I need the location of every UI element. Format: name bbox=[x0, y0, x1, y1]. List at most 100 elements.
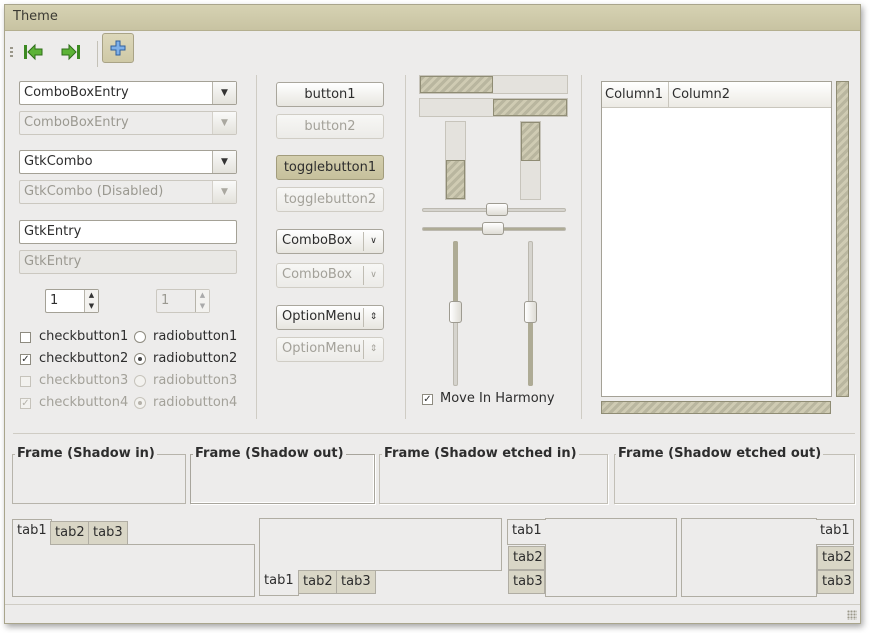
gtkcombo[interactable]: GtkCombo ▼ bbox=[19, 150, 237, 174]
vscale-1-handle[interactable] bbox=[449, 301, 462, 323]
button1[interactable]: button1 bbox=[276, 82, 384, 107]
vscale-2-handle[interactable] bbox=[524, 301, 537, 323]
notebook-bottom-tab1[interactable]: tab1 bbox=[259, 570, 299, 596]
combobox[interactable]: ComboBox ∨ bbox=[276, 229, 384, 254]
notebook-left-tab2[interactable]: tab2 bbox=[508, 546, 545, 570]
progress-bar-vertical-ttb bbox=[520, 121, 541, 200]
gtkcombo-text[interactable]: GtkCombo bbox=[24, 154, 93, 169]
notebook-top-tab1[interactable]: tab1 bbox=[12, 519, 52, 545]
spin-value[interactable]: 1 bbox=[50, 293, 58, 308]
tree-view[interactable]: Column1 Column2 bbox=[601, 81, 832, 397]
gtkentry-text[interactable]: GtkEntry bbox=[24, 224, 81, 239]
checkbutton3-label: checkbutton3 bbox=[39, 373, 129, 388]
checkbutton1-label[interactable]: checkbutton1 bbox=[39, 329, 128, 344]
notebook-top-page bbox=[12, 544, 255, 597]
radiobutton1-circle[interactable] bbox=[134, 331, 146, 343]
gtkentry-disabled-text: GtkEntry bbox=[24, 254, 82, 269]
theme-window: Theme ComboBoxEntry ▼ ComboBoxEntry ▼ Gt… bbox=[4, 4, 861, 624]
optionmenu-text[interactable]: OptionMenu bbox=[282, 309, 361, 324]
spin-button-disabled: 1 ▲ ▼ bbox=[156, 289, 210, 313]
radiobutton4-circle bbox=[134, 397, 146, 409]
comboboxentry-disabled: ComboBoxEntry ▼ bbox=[19, 111, 237, 135]
move-in-harmony-checkbox[interactable]: ✓ bbox=[422, 394, 433, 405]
checkbutton1-box[interactable] bbox=[20, 332, 31, 343]
notebook-left-page bbox=[545, 518, 677, 597]
column-separator bbox=[405, 75, 406, 419]
column-separator bbox=[581, 75, 582, 419]
frame-shadow-in-label: Frame (Shadow in) bbox=[15, 446, 157, 461]
go-first-button[interactable] bbox=[17, 37, 49, 67]
resize-grip-icon[interactable] bbox=[847, 610, 857, 620]
chevron-down-icon[interactable]: ▼ bbox=[212, 82, 236, 104]
radiobutton2-label[interactable]: radiobutton2 bbox=[153, 351, 237, 366]
spin-disabled-value: 1 bbox=[161, 293, 170, 308]
checkbutton4-box: ✓ bbox=[20, 398, 31, 409]
frame-shadow-etched-out-label: Frame (Shadow etched out) bbox=[616, 446, 824, 461]
updown-icon[interactable]: ⇕ bbox=[363, 308, 383, 327]
notebook-right-tab1[interactable]: tab1 bbox=[816, 519, 854, 545]
togglebutton2: togglebutton2 bbox=[276, 187, 384, 212]
chevron-down-icon: ▼ bbox=[212, 112, 236, 134]
gtkcombo-disabled-text: GtkCombo (Disabled) bbox=[24, 184, 164, 199]
frame-shadow-out bbox=[190, 454, 375, 504]
combobox-disabled: ComboBox ∨ bbox=[276, 263, 384, 288]
notebook-bottom-tab3[interactable]: tab3 bbox=[336, 570, 376, 594]
frame-shadow-out-label: Frame (Shadow out) bbox=[193, 446, 346, 461]
comboboxentry-text[interactable]: ComboBoxEntry bbox=[24, 85, 129, 100]
checkbutton2-label[interactable]: checkbutton2 bbox=[39, 351, 128, 366]
move-in-harmony-label[interactable]: Move In Harmony bbox=[440, 391, 555, 406]
go-first-icon bbox=[24, 43, 43, 61]
column-separator bbox=[256, 75, 257, 419]
notebook-bottom-page bbox=[259, 518, 502, 571]
notebook-right-page bbox=[681, 518, 817, 597]
hscale-1-handle[interactable] bbox=[486, 203, 508, 216]
radiobutton1-label[interactable]: radiobutton1 bbox=[153, 329, 237, 344]
notebook-top-tab2[interactable]: tab2 bbox=[50, 521, 90, 545]
progress-bar-horizontal bbox=[419, 75, 568, 94]
gtkcombo-disabled: GtkCombo (Disabled) ▼ bbox=[19, 180, 237, 204]
chevron-down-icon[interactable]: ∨ bbox=[363, 232, 383, 251]
notebook-top-tab3[interactable]: tab3 bbox=[88, 521, 128, 545]
toolbar-grip[interactable] bbox=[10, 47, 13, 57]
combobox-text[interactable]: ComboBox bbox=[282, 233, 352, 248]
progress-fill bbox=[493, 99, 567, 116]
horizontal-scrollbar[interactable] bbox=[601, 401, 831, 414]
window-title: Theme bbox=[13, 9, 58, 24]
progress-bar-horizontal-rtl bbox=[419, 98, 568, 117]
notebook-bottom-tab2[interactable]: tab2 bbox=[298, 570, 338, 594]
notebook-right-tab2[interactable]: tab2 bbox=[817, 546, 854, 570]
add-icon bbox=[110, 40, 126, 56]
radiobutton2-circle[interactable] bbox=[134, 353, 146, 365]
add-button[interactable] bbox=[102, 33, 134, 63]
column-header-1[interactable]: Column1 bbox=[602, 82, 669, 108]
progress-fill bbox=[446, 160, 465, 199]
frame-shadow-etched-in bbox=[379, 454, 608, 504]
button2: button2 bbox=[276, 114, 384, 139]
checkbutton2-box[interactable]: ✓ bbox=[20, 354, 31, 365]
hscale-2-handle[interactable] bbox=[482, 222, 504, 235]
chevron-down-icon[interactable]: ▼ bbox=[212, 151, 236, 173]
notebook-left-tab1[interactable]: tab1 bbox=[507, 519, 546, 545]
combobox-disabled-text: ComboBox bbox=[282, 267, 353, 282]
optionmenu[interactable]: OptionMenu ⇕ bbox=[276, 305, 384, 330]
go-last-button[interactable] bbox=[55, 37, 87, 67]
frame-shadow-etched-in-label: Frame (Shadow etched in) bbox=[382, 446, 579, 461]
vertical-scrollbar[interactable] bbox=[836, 81, 849, 397]
spin-arrows-icon[interactable]: ▲ ▼ bbox=[84, 290, 98, 312]
radiobutton4-label: radiobutton4 bbox=[153, 395, 238, 410]
toolbar-separator bbox=[97, 41, 98, 67]
progress-fill bbox=[521, 122, 540, 161]
notebook-right-tab3[interactable]: tab3 bbox=[817, 570, 854, 594]
frame-shadow-in bbox=[12, 454, 186, 504]
togglebutton1[interactable]: togglebutton1 bbox=[276, 155, 384, 180]
notebook-left-tab3[interactable]: tab3 bbox=[508, 570, 545, 594]
radiobutton3-circle bbox=[134, 375, 146, 387]
comboboxentry[interactable]: ComboBoxEntry ▼ bbox=[19, 81, 237, 105]
frame-shadow-etched-out bbox=[614, 454, 855, 504]
checkbutton4-label: checkbutton4 bbox=[39, 395, 129, 410]
gtkentry[interactable]: GtkEntry bbox=[19, 220, 237, 244]
vscale-2-fill bbox=[528, 313, 533, 386]
optionmenu-disabled: OptionMenu ⇕ bbox=[276, 337, 384, 362]
column-header-2[interactable]: Column2 bbox=[669, 82, 831, 108]
spin-button[interactable]: 1 ▲ ▼ bbox=[45, 289, 99, 313]
